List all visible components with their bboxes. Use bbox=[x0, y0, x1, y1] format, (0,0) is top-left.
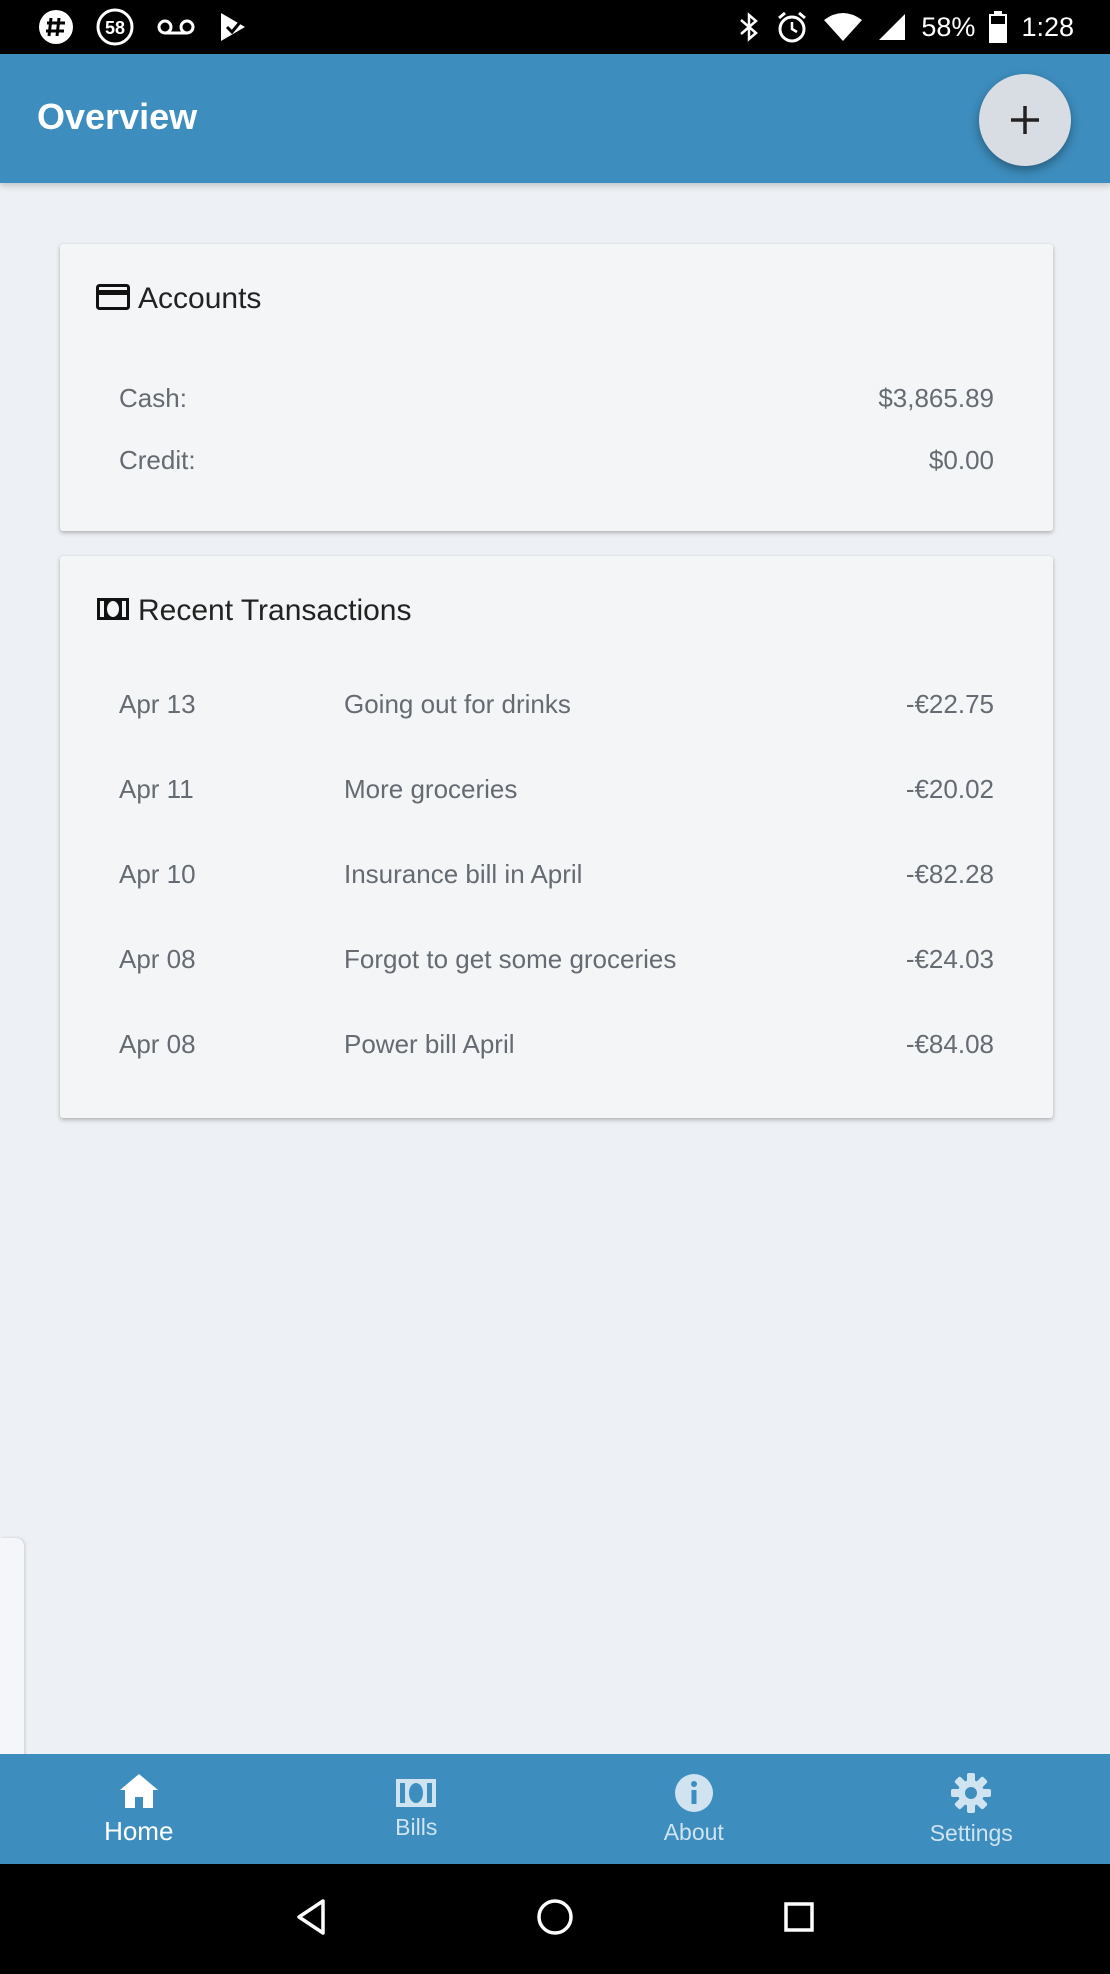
transaction-amount: -€24.03 bbox=[905, 944, 994, 974]
notification-badge-count: 58 bbox=[105, 18, 125, 38]
clock: 1:28 bbox=[1021, 11, 1074, 42]
money-icon bbox=[96, 597, 130, 626]
plus-icon bbox=[1011, 106, 1039, 134]
nav-settings-label: Settings bbox=[929, 1819, 1013, 1846]
accounts-title: Accounts bbox=[138, 282, 262, 315]
account-value: $0.00 bbox=[928, 445, 994, 475]
transaction-description: Power bill April bbox=[344, 1029, 515, 1059]
account-value: $3,865.89 bbox=[878, 383, 994, 413]
nav-home[interactable]: Home bbox=[0, 1754, 278, 1864]
transaction-description: More groceries bbox=[344, 774, 518, 804]
nav-bills-label: Bills bbox=[395, 1813, 438, 1840]
transaction-date: Apr 13 bbox=[119, 689, 196, 719]
info-icon bbox=[674, 1773, 713, 1812]
recents-icon[interactable] bbox=[781, 1899, 817, 1940]
transaction-date: Apr 08 bbox=[119, 1029, 196, 1059]
nav-home-label: Home bbox=[104, 1815, 174, 1846]
wifi-icon bbox=[823, 12, 863, 42]
home-icon bbox=[119, 1773, 158, 1808]
transactions-title: Recent Transactions bbox=[138, 594, 412, 627]
battery-percent: 58% bbox=[921, 11, 976, 42]
transactions-header: Recent Transactions bbox=[96, 594, 411, 628]
bluetooth-icon bbox=[737, 11, 761, 43]
bottom-nav: Home Bills About Settings bbox=[0, 1754, 1110, 1864]
status-bar: 58 58% 1:28 bbox=[0, 0, 1110, 54]
transaction-amount: -€22.75 bbox=[905, 689, 994, 719]
money-icon bbox=[396, 1778, 437, 1807]
status-left: 58 bbox=[38, 8, 248, 46]
transactions-card: Recent Transactions Apr 13 Going out for… bbox=[60, 556, 1053, 1118]
system-nav-bar bbox=[0, 1864, 1110, 1974]
slack-icon bbox=[38, 9, 74, 45]
back-icon[interactable] bbox=[293, 1897, 329, 1942]
nav-about-label: About bbox=[663, 1818, 724, 1845]
gear-icon bbox=[951, 1772, 992, 1813]
transaction-amount: -€20.02 bbox=[905, 774, 994, 804]
nav-bills[interactable]: Bills bbox=[278, 1754, 556, 1864]
nav-about[interactable]: About bbox=[555, 1754, 833, 1864]
voicemail-icon bbox=[156, 17, 196, 37]
notification-badge-icon: 58 bbox=[96, 8, 134, 46]
play-store-icon bbox=[218, 11, 248, 43]
nav-settings[interactable]: Settings bbox=[833, 1754, 1110, 1864]
account-label: Credit: bbox=[119, 445, 196, 475]
transaction-description: Going out for drinks bbox=[344, 689, 571, 719]
alarm-icon bbox=[775, 10, 809, 44]
battery-icon bbox=[989, 11, 1008, 43]
transaction-amount: -€84.08 bbox=[905, 1029, 994, 1059]
account-row-cash: Cash: $3,865.89 bbox=[119, 383, 994, 414]
accounts-header: Accounts bbox=[96, 282, 261, 316]
app-bar: Overview bbox=[0, 54, 1110, 183]
home-circle-icon[interactable] bbox=[535, 1897, 575, 1942]
page-title: Overview bbox=[37, 96, 198, 137]
transaction-date: Apr 10 bbox=[119, 859, 196, 889]
transaction-amount: -€82.28 bbox=[905, 859, 994, 889]
transaction-date: Apr 11 bbox=[119, 774, 194, 804]
transaction-description: Insurance bill in April bbox=[344, 859, 583, 889]
transaction-date: Apr 08 bbox=[119, 944, 196, 974]
accounts-card: Accounts Cash: $3,865.89 Credit: $0.00 bbox=[60, 244, 1053, 531]
transaction-description: Forgot to get some groceries bbox=[344, 944, 677, 974]
signal-icon bbox=[877, 12, 907, 42]
add-transaction-button[interactable] bbox=[979, 74, 1071, 166]
credit-card-icon bbox=[96, 283, 130, 315]
account-row-credit: Credit: $0.00 bbox=[119, 445, 994, 476]
account-label: Cash: bbox=[119, 383, 187, 413]
status-right: 58% 1:28 bbox=[737, 10, 1074, 44]
